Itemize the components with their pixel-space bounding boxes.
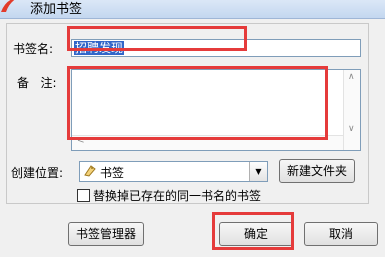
app-logo-icon	[1, 0, 15, 12]
cancel-button[interactable]: 取消	[304, 222, 378, 246]
highlight-box-name	[67, 26, 247, 51]
location-value: 书签	[100, 166, 125, 180]
highlight-box-note	[67, 66, 328, 140]
window-title: 添加书签	[30, 2, 83, 17]
name-label: 书签名:	[13, 42, 54, 56]
note-label: 备 注:	[17, 76, 57, 90]
highlight-box-ok	[212, 212, 294, 250]
replace-checkbox[interactable]	[77, 189, 90, 202]
new-folder-button[interactable]: 新建文件夹	[279, 159, 355, 183]
scroll-down-icon[interactable]: ∨	[348, 124, 355, 134]
note-vertical-scrollbar[interactable]: ∧ ∨	[343, 70, 360, 150]
replace-label: 替换掉已存在的同一书名的书签	[93, 189, 262, 203]
location-select[interactable]: 书签 ▼	[79, 161, 268, 182]
scroll-up-icon[interactable]: ∧	[348, 72, 355, 82]
location-label: 创建位置:	[11, 166, 64, 180]
bookmark-manager-button[interactable]: 书签管理器	[68, 222, 144, 246]
bookmark-folder-icon	[84, 165, 96, 177]
dropdown-arrow-icon[interactable]: ▼	[249, 162, 267, 181]
title-bar: 添加书签	[0, 0, 385, 19]
